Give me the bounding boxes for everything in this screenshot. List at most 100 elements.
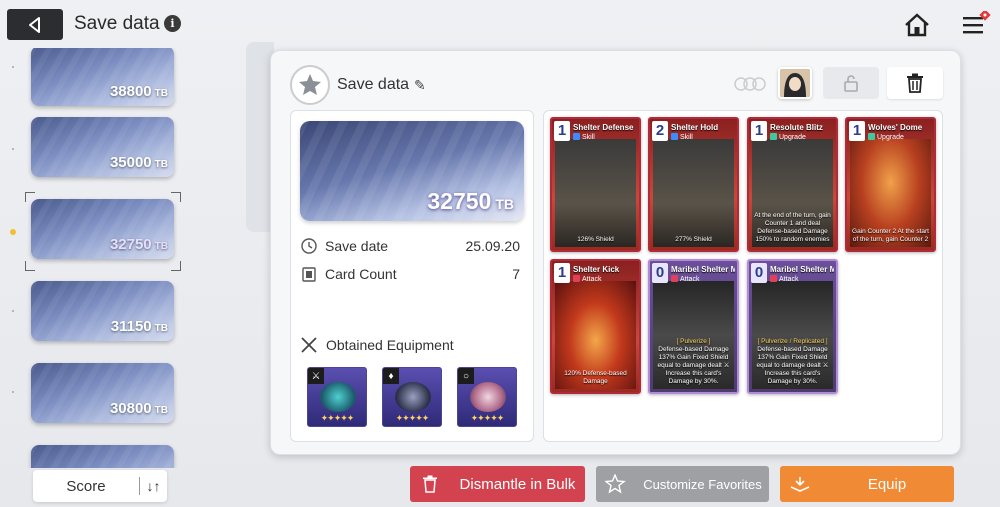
- card-name: Shelter Hold: [671, 123, 719, 132]
- emblem-icon: [290, 65, 330, 105]
- card-name: Resolute Blitz: [770, 123, 823, 132]
- equipment-stars: ✦✦✦✦✦: [320, 413, 355, 423]
- card-desc: 126% Shield: [577, 236, 614, 243]
- page-title: Save data: [74, 13, 160, 34]
- back-button[interactable]: [7, 9, 63, 40]
- attack-icon: [573, 275, 580, 282]
- card-shelter-hold[interactable]: 2 Shelter Hold Skill 277% Shield: [648, 117, 739, 252]
- crossed-swords-icon: [300, 336, 318, 354]
- card-count-value: 7: [512, 266, 520, 282]
- card-shelter-kick[interactable]: 1 Shelter Kick Attack 120% Defense-based…: [550, 259, 641, 394]
- delete-button[interactable]: [887, 67, 943, 99]
- save-slot-unit: TB: [154, 241, 168, 252]
- card-cost: 1: [554, 263, 570, 283]
- save-list[interactable]: 38800 TB 35000 TB 32750 TB 31150 TB 30800 TB: [0, 48, 230, 468]
- card-resolute-blitz[interactable]: 1 Resolute Blitz Upgrade At the end of t…: [747, 117, 838, 252]
- weapon-type-icon: ⚔: [308, 368, 324, 384]
- save-slot-35000[interactable]: 35000 TB: [31, 117, 174, 177]
- lock-icon: [844, 75, 858, 92]
- card-cost: 1: [554, 121, 570, 141]
- customize-favorites-button[interactable]: Customize Favorites: [596, 466, 769, 502]
- card-count-label: Card Count: [325, 266, 397, 282]
- equip-icon: [780, 476, 820, 492]
- equipment-weapon[interactable]: ⚔ ✦✦✦✦✦: [307, 367, 367, 427]
- equipment-armor[interactable]: ♦ ✦✦✦✦✦: [382, 367, 442, 427]
- selection-bracket: [171, 261, 181, 271]
- sort-order-icon[interactable]: ↓↑: [140, 478, 167, 494]
- card-shelter-defense[interactable]: 1 Shelter Defense Skill 126% Shield: [550, 117, 641, 252]
- equip-label: Equip: [867, 475, 907, 493]
- trash-icon: [907, 73, 923, 93]
- card-cost: 0: [751, 263, 767, 283]
- equip-button[interactable]: Equip: [780, 466, 954, 502]
- sort-button[interactable]: Score ↓↑: [33, 470, 167, 502]
- card-type: Attack: [582, 276, 602, 283]
- card-tag: [ Pulverize ]: [676, 338, 711, 345]
- selected-save-unit: TB: [495, 196, 514, 212]
- card-name: Shelter Defense: [573, 123, 634, 132]
- equipment-ring[interactable]: ○ ✦✦✦✦✦: [457, 367, 517, 427]
- card-name: Maribel Shelter MK.II: [671, 265, 735, 274]
- card-cost: 2: [652, 121, 668, 141]
- card-tag: [ Pulverize / Replicated ]: [757, 338, 828, 345]
- ring-art: [470, 382, 506, 412]
- upgrade-icon: [868, 133, 875, 140]
- save-slot-value: 32750: [109, 236, 152, 253]
- card-type: Attack: [680, 276, 700, 283]
- character-avatar[interactable]: [778, 67, 812, 99]
- card-desc-text: Defense-based Damage 137% Gain Fixed Shi…: [756, 346, 829, 385]
- card-type: Skill: [582, 134, 595, 141]
- card-desc: 277% Shield: [675, 236, 712, 243]
- save-slot-partial[interactable]: [31, 445, 174, 468]
- skill-icon: [573, 133, 580, 140]
- ring-type-icon: ○: [458, 368, 474, 384]
- save-slot-value: 35000: [109, 154, 152, 171]
- obtained-equipment-heading: Obtained Equipment: [300, 336, 454, 354]
- save-slot-38800[interactable]: 38800 TB: [31, 48, 174, 106]
- card-type: Upgrade: [877, 134, 904, 141]
- trash-icon: [410, 475, 450, 493]
- attack-icon: [770, 275, 777, 282]
- card-cost: 1: [849, 121, 865, 141]
- edit-pencil-icon[interactable]: ✎: [414, 77, 426, 94]
- rings-icon: [733, 77, 767, 91]
- card-desc-text: Defense-based Damage 137% Gain Fixed Shi…: [657, 346, 730, 385]
- card-cost: 1: [751, 121, 767, 141]
- selected-save-card: 32750 TB: [300, 121, 524, 221]
- card-name: Wolves' Dome: [868, 123, 923, 132]
- selection-bracket: [25, 261, 35, 271]
- card-art: [555, 139, 636, 247]
- equipment-stars: ✦✦✦✦✦: [470, 413, 505, 423]
- selected-save-value: 32750: [427, 188, 492, 214]
- dismantle-in-bulk-button[interactable]: Dismantle in Bulk: [410, 466, 585, 502]
- weapon-art: [320, 382, 356, 412]
- sort-label: Score: [66, 477, 106, 495]
- save-slot-unit: TB: [154, 159, 168, 170]
- save-slot-31150[interactable]: 31150 TB: [31, 281, 174, 341]
- armor-type-icon: ♦: [383, 368, 399, 384]
- home-icon[interactable]: [903, 11, 931, 39]
- lock-button[interactable]: [823, 67, 879, 99]
- info-icon[interactable]: i: [164, 15, 181, 32]
- cards-icon: [300, 265, 318, 283]
- save-slot-unit: TB: [154, 405, 168, 416]
- card-wolves-dome[interactable]: 1 Wolves' Dome Upgrade Gain Counter 2 At…: [845, 117, 936, 252]
- timeline-line: [10, 48, 16, 468]
- card-art: [653, 139, 734, 247]
- menu-icon[interactable]: [961, 9, 991, 39]
- card-type: Skill: [680, 134, 693, 141]
- card-desc: [ Pulverize ] Defense-based Damage 137% G…: [655, 338, 732, 386]
- dismantle-label: Dismantle in Bulk: [459, 475, 576, 493]
- card-cost: 0: [652, 263, 668, 283]
- customize-label: Customize Favorites: [643, 476, 762, 492]
- card-maribel-shelter-1[interactable]: 0 Maribel Shelter MK.II Attack [ Pulveri…: [648, 259, 739, 394]
- card-desc: At the end of the turn, gain Counter 1 a…: [754, 212, 831, 243]
- card-count-row: Card Count 7: [300, 264, 520, 284]
- save-slot-32750[interactable]: 32750 TB: [31, 199, 174, 259]
- save-slot-30800[interactable]: 30800 TB: [31, 363, 174, 423]
- attack-icon: [671, 275, 678, 282]
- card-maribel-shelter-2[interactable]: 0 Maribel Shelter MK.II Attack [ Pulveri…: [747, 259, 838, 394]
- save-date-value: 25.09.20: [465, 238, 521, 254]
- equipment-stars: ✦✦✦✦✦: [395, 413, 430, 423]
- save-slot-value: 31150: [110, 318, 152, 335]
